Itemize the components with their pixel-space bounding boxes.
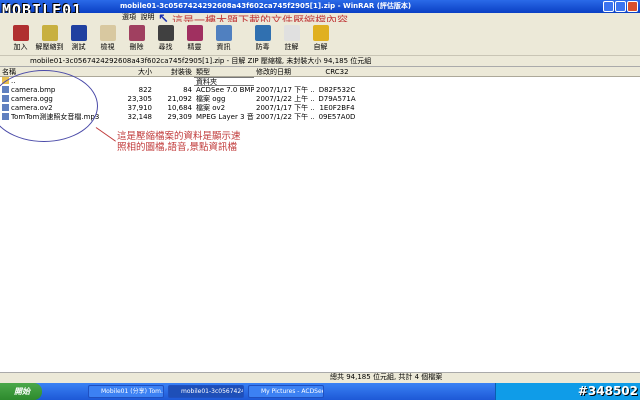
cell-crc xyxy=(314,77,360,86)
wizard-icon xyxy=(186,25,203,41)
view-icon xyxy=(99,25,116,41)
toolbar-label: 解壓縮到 xyxy=(35,43,64,51)
info-icon xyxy=(215,25,232,41)
close-button[interactable] xyxy=(627,1,638,12)
cell-size xyxy=(110,77,154,86)
cell-size: 37,910 xyxy=(127,104,153,112)
toolbar-label: 精靈 xyxy=(187,43,202,51)
cell-packed xyxy=(154,77,194,86)
toolbar-button[interactable]: 防毒 xyxy=(248,22,277,55)
toolbar-label: 尋找 xyxy=(158,43,173,51)
cell-type: ACDSee 7.0 BMP ... xyxy=(196,86,254,94)
cell-crc: D82F532C xyxy=(318,86,356,94)
toolbar: 加入 解壓縮到 測試 檢視 刪除 尋找 精靈 資訊 防毒 註解 自解 xyxy=(0,22,640,55)
taskbar: 開始 Mobile01 (分享) Tom... mobile01-3c05674… xyxy=(0,383,640,400)
annotation-middle: 這是壓縮檔案的資料是顯示速 照相的圖檔,語音,景點資訊檔 xyxy=(117,131,241,153)
virus-icon xyxy=(254,25,271,41)
toolbar-button[interactable]: 資訊 xyxy=(209,22,238,55)
comment-icon xyxy=(283,25,300,41)
toolbar-button[interactable]: 自解 xyxy=(306,22,335,55)
cell-packed: 10,684 xyxy=(167,104,193,112)
toolbar-label: 資訊 xyxy=(216,43,231,51)
minimize-button[interactable] xyxy=(603,1,614,12)
cell-crc: 1E0F2BF4 xyxy=(319,104,355,112)
cell-size: 32,148 xyxy=(127,113,153,121)
maximize-button[interactable] xyxy=(615,1,626,12)
toolbar-button[interactable]: 解壓縮到 xyxy=(35,22,64,55)
address-text: mobile01-3c0567424292608a43f602ca745f290… xyxy=(30,57,372,65)
cell-date: 2007/1/17 下午 ... xyxy=(256,86,314,94)
cell-date: 2007/1/22 下午 ... xyxy=(256,113,314,121)
toolbar-label: 測試 xyxy=(71,43,86,51)
cell-crc: D79A571A xyxy=(318,95,356,103)
table-row[interactable]: .. 資料夾 xyxy=(0,77,640,86)
toolbar-button[interactable]: 測試 xyxy=(64,22,93,55)
annotation-line1: 這是壓縮檔案的資料是顯示速 xyxy=(117,131,241,142)
toolbar-label: 檢視 xyxy=(100,43,115,51)
window-title: mobile01-3c0567424292608a43f602ca745f290… xyxy=(120,2,412,10)
status-right: 總共 94,185 位元組, 共計 4 個檔案 xyxy=(330,373,443,381)
extract-icon xyxy=(41,25,58,41)
add-icon xyxy=(12,25,29,41)
sfx-icon xyxy=(312,25,329,41)
cell-size: 822 xyxy=(138,86,152,94)
toolbar-label: 刪除 xyxy=(129,43,144,51)
col-date[interactable]: 修改的日期 xyxy=(254,67,314,76)
col-crc[interactable]: CRC32 xyxy=(314,67,360,76)
toolbar-label: 註解 xyxy=(284,43,299,51)
watermark-number: #348502 xyxy=(577,384,638,398)
toolbar-button[interactable]: 檢視 xyxy=(93,22,122,55)
menu-item[interactable]: 說明 xyxy=(140,13,154,21)
test-icon xyxy=(70,25,87,41)
cell-packed: 29,309 xyxy=(167,113,193,121)
task-button[interactable]: My Pictures - ACDSee... xyxy=(248,385,324,398)
toolbar-button[interactable]: 加入 xyxy=(6,22,35,55)
toolbar-label: 防毒 xyxy=(255,43,270,51)
col-packed[interactable]: 封裝後 xyxy=(154,67,194,76)
find-icon xyxy=(157,25,174,41)
cell-type: 資料夾 xyxy=(194,77,254,86)
cell-date: 2007/1/22 上午 ... xyxy=(256,95,314,103)
toolbar-button[interactable]: 精靈 xyxy=(180,22,209,55)
toolbar-label: 自解 xyxy=(313,43,328,51)
toolbar-button[interactable]: 刪除 xyxy=(122,22,151,55)
cell-packed: 84 xyxy=(183,86,192,94)
annotation-line2: 照相的圖檔,語音,景點資訊檔 xyxy=(117,142,238,153)
menu-item[interactable]: 選項 xyxy=(122,13,136,21)
cell-size: 23,305 xyxy=(127,95,153,103)
list-header: 名稱 大小 封裝後 類型 修改的日期 CRC32 xyxy=(0,67,640,77)
status-bar: 總共 94,185 位元組, 共計 4 個檔案 xyxy=(0,372,640,382)
toolbar-button[interactable]: 註解 xyxy=(277,22,306,55)
cell-crc: 09E57A0D xyxy=(318,113,356,121)
cell-packed: 21,092 xyxy=(167,95,193,103)
toolbar-label: 加入 xyxy=(13,43,28,51)
delete-icon xyxy=(128,25,145,41)
cell-type: 檔案 ov2 xyxy=(196,104,226,112)
cell-date: 2007/1/17 下午 ... xyxy=(256,104,314,112)
task-button[interactable]: mobile01-3c0567424... xyxy=(168,385,244,398)
table-row[interactable]: camera.bmp 822 84 ACDSee 7.0 BMP ... 200… xyxy=(0,86,640,95)
address-bar[interactable]: mobile01-3c0567424292608a43f602ca745f290… xyxy=(0,55,640,66)
task-button[interactable]: Mobile01 (分享) Tom... xyxy=(88,385,164,398)
start-button[interactable]: 開始 xyxy=(0,383,42,400)
toolbar-button[interactable]: 尋找 xyxy=(151,22,180,55)
col-size[interactable]: 大小 xyxy=(110,67,154,76)
cell-type: MPEG Layer 3 音訊 xyxy=(196,113,254,121)
cell-type: 檔案 ogg xyxy=(196,95,226,103)
col-type[interactable]: 類型 xyxy=(194,67,254,76)
cell-date xyxy=(254,77,314,86)
